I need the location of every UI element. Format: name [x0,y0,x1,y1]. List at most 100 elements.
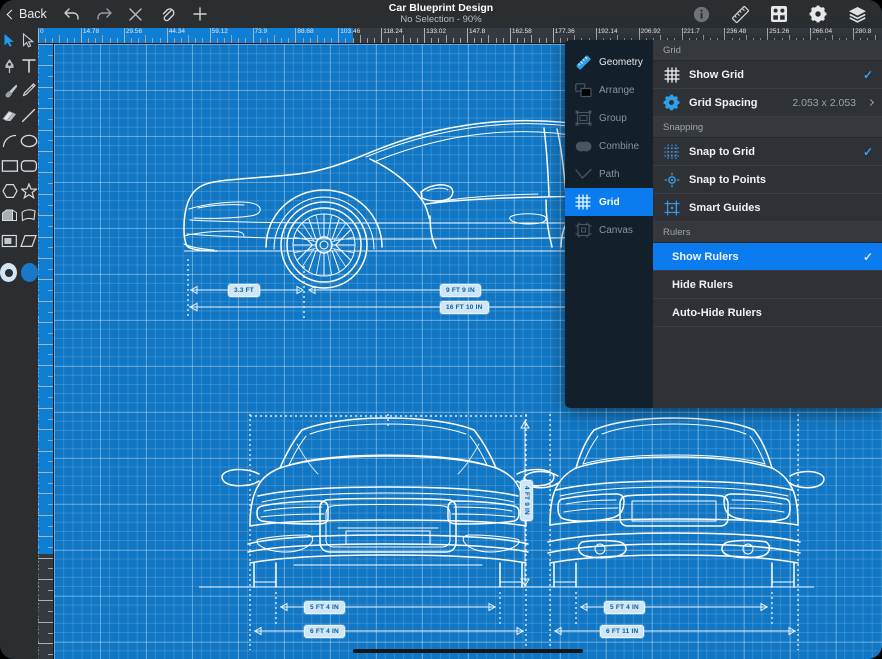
ruler-icon [574,54,592,71]
popover-row-label: Snap to Grid [689,146,854,158]
transform-tool[interactable] [19,203,38,228]
ruler-minor-tick [245,38,246,43]
document-status: No Selection - 90% [400,14,481,25]
fill-color-swatch[interactable] [21,263,38,282]
ruler-minor-tick [74,38,75,43]
crop-tool[interactable] [0,203,19,228]
ruler-minor-tick [48,98,53,99]
color-swatches [0,263,38,282]
back-button[interactable]: Back [8,7,55,21]
ruler-minor-tick [48,568,53,569]
popover-row-value: 2.053 x 2.053 [792,97,856,109]
canvas-icon [574,222,592,238]
vertical-ruler[interactable]: 7.3922.1736.9551.7366.5181.2996.07110.85… [38,44,54,659]
redo-button[interactable] [89,2,119,26]
node-tool[interactable] [19,28,38,53]
popover-section-header: Grid [653,40,882,61]
dimension-label: 9 FT 9 IN [440,284,481,297]
ruler-minor-tick [174,38,175,43]
line-tool[interactable] [19,103,38,128]
popover-sidebar-item-geometry[interactable]: Geometry [565,48,653,76]
dimension-label: 4 FT 9 IN [520,480,533,521]
text-tool[interactable] [19,53,38,78]
smart-guides-icon [663,200,680,216]
attachment-icon[interactable] [153,2,183,26]
ruler-minor-tick [48,76,53,77]
popover-row-snap-to-grid[interactable]: Snap to Grid ✓ [653,138,882,166]
popover-row-show-rulers[interactable]: Show Rulers✓ [653,243,882,271]
ellipse-tool[interactable] [19,128,38,153]
arc-tool[interactable] [0,128,19,153]
grid-icon [574,194,592,210]
arrange-icon [574,83,592,98]
undo-button[interactable] [57,2,87,26]
popover-row-show-grid[interactable]: Show Grid✓ [653,61,882,89]
checkmark-icon: ✓ [863,68,873,82]
popover-sidebar-item-path[interactable]: Path [565,160,653,188]
popover-sidebar-item-label: Group [599,113,627,124]
stroke-color-swatch[interactable] [0,263,17,282]
top-toolbar-right-group [686,0,872,28]
ruler-minor-tick [267,38,268,43]
ruler-minor-tick [531,35,532,43]
bottom-view-dimensions [250,414,798,650]
ruler-minor-tick [460,38,461,43]
ruler-minor-tick [110,38,111,43]
ruler-minor-tick [539,38,540,43]
ruler-minor-tick [48,205,53,206]
popover-row-label: Auto-Hide Rulers [672,307,873,319]
checkmark-icon: ✓ [863,145,873,159]
popover-row-label: Show Rulers [672,251,854,263]
snap-grid-icon [663,144,680,160]
pen-tool[interactable] [0,53,19,78]
move-tool[interactable] [0,28,19,53]
top-toolbar-left-group: Back [0,2,215,26]
popover-sidebar: GeometryArrange Group CombinePath Grid Canva… [565,40,653,408]
popover-row-snap-to-points[interactable]: Snap to Points [653,166,882,194]
ruler-minor-tick [388,38,389,43]
ruler-minor-tick [281,38,282,43]
dimension-label: 3.3 FT [228,284,260,297]
popover-row-hide-rulers[interactable]: Hide Rulers [653,271,882,299]
ruler-minor-tick [160,38,161,43]
ruler-minor-tick [131,38,132,43]
popover-sidebar-item-canvas[interactable]: Canvas [565,216,653,244]
rounded-rectangle-tool[interactable] [19,153,38,178]
ruler-minor-tick [503,38,504,43]
ruler-minor-tick [48,333,53,334]
popover-row-auto-hide-rulers[interactable]: Auto-Hide Rulers [653,299,882,327]
skew-tool[interactable] [19,228,38,253]
popover-sidebar-item-label: Grid [599,197,620,208]
info-icon[interactable] [686,2,716,26]
rectangle-tool[interactable] [0,153,19,178]
popover-row-smart-guides[interactable]: Smart Guides [653,194,882,222]
ruler-minor-tick [67,38,68,43]
ruler-minor-tick [374,38,375,43]
pencil-tool[interactable] [19,78,38,103]
ruler-minor-tick [48,312,53,313]
frame-tool[interactable] [0,228,19,253]
popover-sidebar-item-group[interactable]: Group [565,104,653,132]
paintbrush-tool[interactable] [0,78,19,103]
ruler-minor-tick [59,35,60,43]
home-indicator [353,649,583,653]
popover-sidebar-item-arrange[interactable]: Arrange [565,76,653,104]
ruler-minor-tick [481,38,482,43]
close-button[interactable] [121,2,151,26]
popover-row-grid-spacing[interactable]: Grid Spacing2.053 x 2.053 [653,89,882,117]
star-tool[interactable] [19,178,38,203]
ruler-minor-tick [546,38,547,43]
popover-sidebar-item-combine[interactable]: Combine [565,132,653,160]
dimension-label: 6 FT 11 IN [600,625,644,638]
add-button[interactable] [185,2,215,26]
arrange-icon[interactable] [764,2,794,26]
front-wheel [281,202,367,288]
ruler-minor-tick [88,38,89,43]
ruler-minor-tick [224,38,225,43]
settings-icon[interactable] [803,2,833,26]
polygon-tool[interactable] [0,178,19,203]
ruler-icon[interactable] [725,2,755,26]
layers-icon[interactable] [842,2,872,26]
eraser-tool[interactable] [0,103,19,128]
popover-sidebar-item-grid[interactable]: Grid [565,188,653,216]
